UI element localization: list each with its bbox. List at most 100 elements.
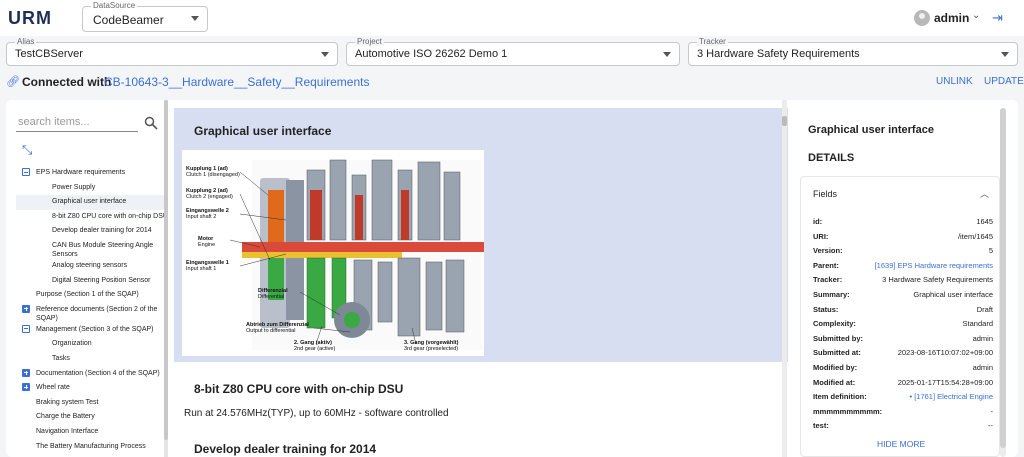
datasource-select[interactable]: DataSource CodeBeamer bbox=[82, 1, 208, 32]
user-menu[interactable]: admin ⌄ ⇥ bbox=[914, 10, 1024, 28]
expand-icon[interactable] bbox=[22, 383, 30, 392]
fields-accordion: Fields ︿ id: 1645 URI: /item/1645 Version: 5 P… bbox=[800, 176, 1000, 457]
connection-id-link[interactable]: CB-10643-3__Hardware__Safety__Requiremen… bbox=[104, 75, 370, 89]
expand-icon[interactable] bbox=[22, 304, 30, 313]
field-value-link[interactable]: • [1761] Electrical Engine bbox=[909, 392, 993, 401]
datasource-label: DataSource bbox=[91, 1, 138, 10]
tree-item[interactable]: Wheel rate bbox=[16, 381, 168, 396]
fields-title[interactable]: Fields bbox=[813, 189, 837, 199]
project-value: Automotive ISO 26262 Demo 1 bbox=[355, 48, 508, 60]
tree-item[interactable]: Charge the Battery bbox=[16, 410, 168, 425]
alias-select[interactable]: Alias TestCBServer bbox=[6, 37, 338, 66]
item-tree-panel: ⤡ EPS Hardware requirements Power Supply G… bbox=[16, 108, 176, 457]
tree-item[interactable]: Navigation Interface bbox=[16, 425, 168, 440]
datasource-value: CodeBeamer bbox=[93, 13, 164, 27]
field-row: Submitted by: admin bbox=[813, 334, 993, 344]
app-logo[interactable]: URM bbox=[8, 8, 52, 29]
update-button[interactable]: UPDATE bbox=[984, 76, 1024, 87]
tree-item-label: CAN Bus Module Steering Angle bbox=[52, 242, 154, 249]
tree-item[interactable]: Reference documents (Section 2 of the SQA… bbox=[16, 303, 168, 323]
tree-item[interactable]: Develop dealer training for 2014 bbox=[16, 224, 168, 239]
field-row: id: 1645 bbox=[813, 217, 993, 227]
tree-item-label: Graphical user interface bbox=[52, 198, 127, 206]
chevron-down-icon bbox=[663, 52, 671, 57]
tree-item[interactable]: Organization bbox=[16, 337, 168, 352]
field-key: Modified by: bbox=[813, 363, 858, 372]
tree-item[interactable]: Management (Section 3 of the SQAP) bbox=[16, 323, 168, 338]
collapse-all-icon[interactable]: ⤡ bbox=[22, 142, 32, 158]
tree-item[interactable]: 8-bit Z80 CPU core with on-chip DSU bbox=[16, 210, 168, 225]
expand-icon[interactable] bbox=[22, 368, 30, 377]
field-row: Submitted at: 2023-08-16T10:07:02+09:00 bbox=[813, 348, 993, 358]
collapse-icon[interactable] bbox=[22, 168, 30, 176]
section-text: Run at 24.576MHz(TYP), up to 60MHz - sof… bbox=[184, 408, 449, 419]
tree-item-label: Analog steering sensors bbox=[52, 262, 128, 269]
label-output: Output to differential bbox=[246, 328, 295, 334]
label-clutch2: Clutch 2 (engaged) bbox=[186, 194, 233, 200]
label-input2: Input shaft 2 bbox=[186, 214, 216, 220]
user-name: admin bbox=[934, 11, 970, 25]
field-key: Modified at: bbox=[813, 377, 856, 387]
details-scrollbar-thumb[interactable] bbox=[1000, 108, 1006, 448]
tree-item-label: Tasks bbox=[52, 355, 70, 362]
tree-item[interactable]: Digital Steering Position Sensor bbox=[16, 274, 168, 289]
tree-item[interactable]: Braking system Test bbox=[16, 396, 168, 411]
field-value: Draft bbox=[976, 304, 993, 314]
tree-item[interactable]: Graphical user interface bbox=[16, 195, 168, 210]
tree-item-label: Navigation Interface bbox=[36, 428, 99, 435]
tree-item[interactable]: Power Supply bbox=[16, 181, 168, 196]
label-gear3: 3rd gear (preselected) bbox=[404, 346, 458, 352]
search-icon[interactable] bbox=[144, 116, 158, 130]
details-title: Graphical user interface bbox=[808, 124, 934, 136]
field-value: 5 bbox=[988, 246, 993, 256]
tree-item-label: Wheel rate bbox=[36, 384, 70, 392]
tree-item-label: Charge the Battery bbox=[36, 413, 95, 421]
search-input[interactable] bbox=[18, 116, 134, 128]
tree-item-label: 8-bit Z80 CPU core with on-chip DSU bbox=[52, 212, 168, 220]
collapse-icon[interactable] bbox=[22, 324, 30, 333]
hide-more-button[interactable]: HIDE MORE bbox=[877, 439, 925, 449]
label-differential: Differential bbox=[258, 294, 284, 300]
main-card: ⤡ EPS Hardware requirements Power Supply G… bbox=[6, 100, 1018, 457]
field-key: test: bbox=[813, 421, 829, 431]
alias-value: TestCBServer bbox=[15, 48, 83, 60]
tree-item[interactable]: The Battery Manufacturing Process bbox=[16, 440, 168, 455]
document-view: Graphical user interface Kupplung 1 (ad)… bbox=[174, 108, 788, 457]
details-heading: DETAILS bbox=[808, 152, 855, 164]
field-value: admin bbox=[972, 333, 993, 343]
chevron-up-icon[interactable]: ︿ bbox=[980, 187, 989, 200]
tree-item[interactable]: CAN Bus Module Steering Angle Sensors bbox=[16, 239, 168, 259]
field-value-link[interactable]: [1639] EPS Hardware requirements bbox=[875, 261, 993, 270]
transmission-diagram-svg: Kupplung 1 (ad) Clutch 1 (disengaged) Ku… bbox=[186, 159, 492, 352]
connection-bar: 🔗︎ Connected with CB-10643-3__Hardware__… bbox=[0, 72, 1024, 92]
project-select[interactable]: Project Automotive ISO 26262 Demo 1 bbox=[346, 37, 680, 66]
chevron-down-icon bbox=[191, 16, 199, 21]
tree-item-label: Reference documents (Section 2 of the bbox=[36, 305, 158, 313]
document-scrollbar[interactable] bbox=[782, 100, 787, 457]
field-row: mmmmmmmmmm: - bbox=[813, 407, 993, 417]
tree-item-label: Sensors bbox=[52, 251, 78, 258]
tree-item[interactable]: Documentation (Section 4 of the SQAP) bbox=[16, 367, 168, 382]
tree-item-label: Develop dealer training for 2014 bbox=[52, 227, 152, 235]
link-icon: 🔗︎ bbox=[6, 76, 20, 88]
tree-scrollbar[interactable] bbox=[164, 100, 168, 457]
logout-icon[interactable]: ⇥ bbox=[992, 10, 1003, 26]
unlink-button[interactable]: UNLINK bbox=[936, 76, 973, 87]
tree-item[interactable]: EPS Hardware requirements bbox=[16, 166, 168, 181]
selected-section: Graphical user interface Kupplung 1 (ad)… bbox=[174, 108, 788, 362]
field-key: Submitted at: bbox=[813, 348, 861, 358]
document-scrollbar-thumb[interactable] bbox=[782, 116, 787, 126]
chevron-down-icon[interactable]: ⌄ bbox=[972, 10, 980, 21]
tree-item[interactable]: Purpose (Section 1 of the SQAP) bbox=[16, 288, 168, 303]
tree-item[interactable]: Tasks bbox=[16, 352, 168, 367]
details-scrollbar[interactable] bbox=[1000, 108, 1006, 457]
section-title: Develop dealer training for 2014 bbox=[194, 442, 377, 456]
field-row: URI: /item/1645 bbox=[813, 232, 993, 242]
tracker-select[interactable]: Tracker 3 Hardware Safety Requirements bbox=[688, 37, 1018, 66]
tree-item[interactable]: Analog steering sensors bbox=[16, 259, 168, 274]
field-value: 3 Hardware Safety Requirements bbox=[882, 275, 993, 285]
field-row: Parent: [1639] EPS Hardware requirements bbox=[813, 261, 993, 271]
field-key: id: bbox=[813, 217, 823, 226]
label-gear2: 2nd gear (active) bbox=[294, 346, 335, 352]
tree-item-label: Organization bbox=[52, 340, 92, 348]
